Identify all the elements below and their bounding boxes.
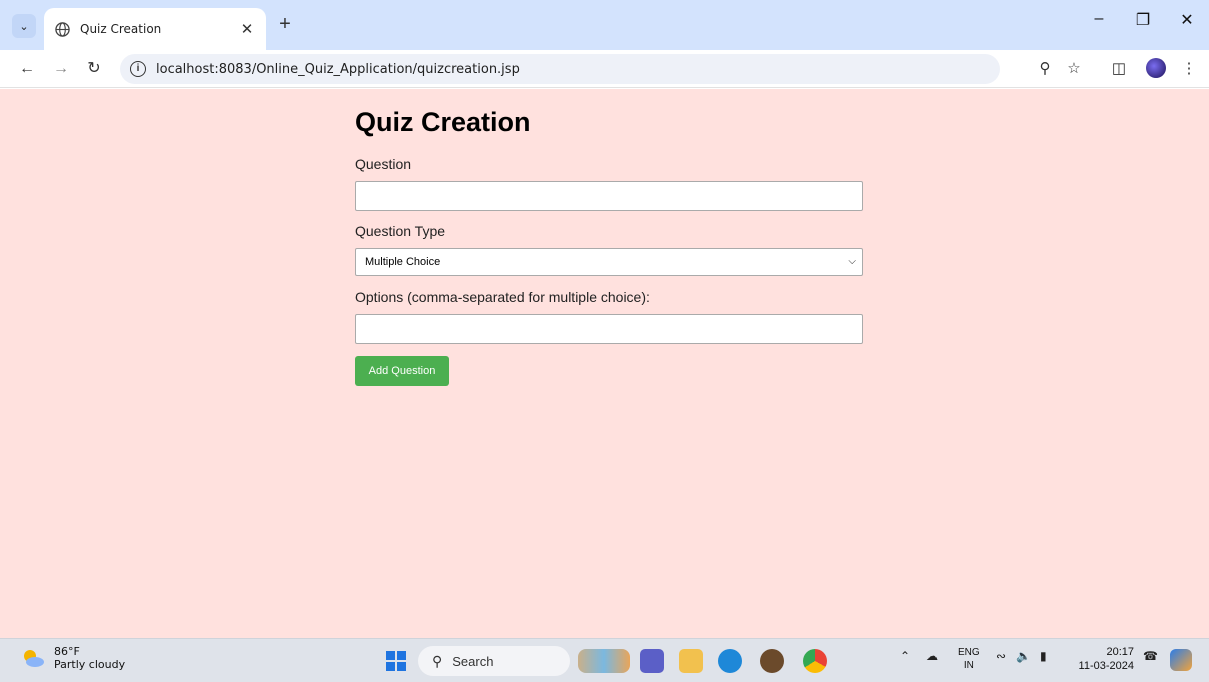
weather-desc: Partly cloudy	[54, 658, 126, 671]
onedrive-icon[interactable]: ☁	[926, 649, 938, 663]
restore-icon[interactable]: ❐	[1121, 10, 1165, 30]
tab-search-button[interactable]: ⌄	[12, 14, 36, 38]
page-body: Quiz Creation Question Question Type Mul…	[0, 89, 1209, 638]
browser-toolbar: ← → ↻ i localhost:8083/Online_Quiz_Appli…	[0, 50, 1209, 88]
battery-icon[interactable]: ▮	[1040, 649, 1047, 663]
widgets-news-icon[interactable]	[578, 649, 630, 673]
zoom-icon[interactable]: ⚲	[1034, 58, 1056, 80]
partly-cloudy-icon	[20, 647, 46, 669]
question-input[interactable]	[355, 181, 863, 211]
close-tab-icon[interactable]: ✕	[238, 20, 256, 38]
clock[interactable]: 20:17 11-03-2024	[1070, 645, 1134, 673]
date: 11-03-2024	[1078, 660, 1134, 672]
menu-kebab-icon[interactable]: ⋮	[1178, 58, 1200, 80]
address-bar[interactable]: i localhost:8083/Online_Quiz_Application…	[120, 54, 1000, 84]
question-type-select[interactable]: Multiple Choice ⌵	[355, 248, 863, 276]
options-input[interactable]	[355, 314, 863, 344]
window-controls: – ❐ ✕	[1077, 10, 1209, 30]
teams-icon[interactable]	[640, 649, 664, 673]
question-label: Question	[355, 156, 412, 172]
taskbar: 86°F Partly cloudy ⚲ Search ⌃ ☁ ENG IN ∾…	[0, 638, 1209, 682]
lang-top: ENG	[958, 647, 980, 658]
wifi-icon[interactable]: ∾	[996, 649, 1006, 663]
copilot-icon[interactable]	[1170, 649, 1192, 671]
notification-bell-icon[interactable]: ☎	[1143, 649, 1158, 663]
app-icon[interactable]	[760, 649, 784, 673]
site-info-icon[interactable]: i	[130, 61, 146, 77]
chevron-up-icon[interactable]: ⌃	[900, 649, 910, 663]
side-panel-icon[interactable]: ◫	[1108, 58, 1130, 80]
options-label: Options (comma-separated for multiple ch…	[355, 289, 650, 305]
profile-avatar[interactable]	[1146, 58, 1166, 78]
tab-quiz-creation[interactable]: Quiz Creation ✕	[44, 8, 266, 50]
question-type-selected: Multiple Choice	[365, 256, 441, 268]
volume-icon[interactable]: 🔈	[1016, 649, 1031, 663]
file-explorer-icon[interactable]	[679, 649, 703, 673]
add-question-button[interactable]: Add Question	[355, 356, 449, 386]
forward-icon[interactable]: →	[50, 58, 72, 80]
back-icon[interactable]: ←	[16, 58, 38, 80]
windows-start-icon[interactable]	[386, 651, 406, 671]
time: 20:17	[1106, 646, 1134, 658]
reload-icon[interactable]: ↻	[83, 58, 105, 80]
chevron-down-icon: ⌵	[848, 256, 856, 267]
close-window-icon[interactable]: ✕	[1165, 10, 1209, 30]
tab-title: Quiz Creation	[80, 22, 162, 36]
new-tab-button[interactable]: +	[274, 14, 296, 36]
browser-tab-strip: ⌄ Quiz Creation ✕ + – ❐ ✕	[0, 0, 1209, 50]
question-type-label: Question Type	[355, 223, 446, 239]
weather-temp: 86°F	[54, 645, 80, 658]
taskbar-search-text: Search	[452, 653, 494, 669]
bookmark-star-icon[interactable]: ☆	[1063, 58, 1085, 80]
taskbar-search[interactable]: ⚲ Search	[418, 646, 570, 676]
edge-icon[interactable]	[718, 649, 742, 673]
page-title: Quiz Creation	[355, 107, 531, 137]
chrome-icon[interactable]	[803, 649, 827, 673]
weather-widget[interactable]: 86°F Partly cloudy	[20, 645, 125, 671]
search-icon: ⚲	[432, 652, 443, 669]
language-indicator[interactable]: ENG IN	[958, 646, 980, 672]
lang-bottom: IN	[963, 660, 974, 671]
globe-icon	[54, 21, 70, 37]
minimize-icon[interactable]: –	[1077, 10, 1121, 30]
url-text: localhost:8083/Online_Quiz_Application/q…	[156, 61, 520, 77]
